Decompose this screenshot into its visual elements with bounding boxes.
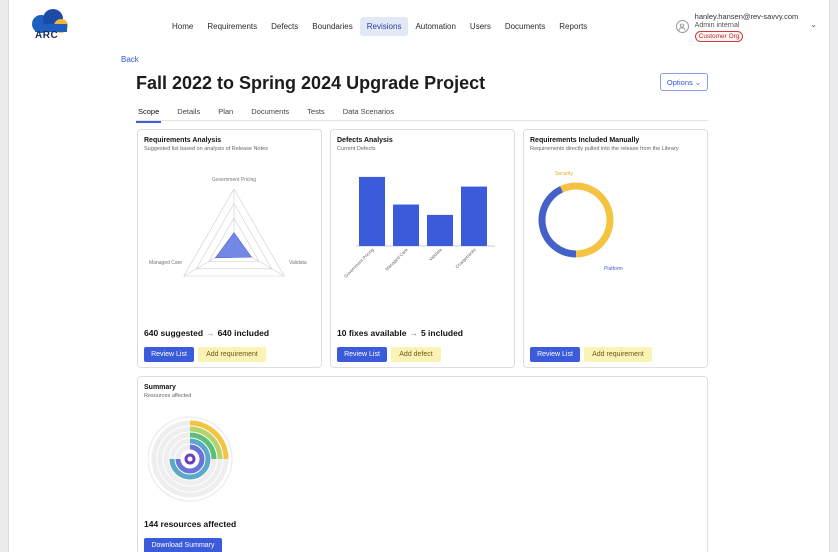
card-subtitle: Requirements directly pulled into the re… [530,146,679,152]
nav-automation[interactable]: Automation [408,17,462,36]
back-link[interactable]: Back [121,55,139,64]
arrow-right-icon: → [206,328,215,338]
radar-series [214,232,253,259]
card-title: Requirements Included Manually [530,137,640,144]
bar [359,176,385,246]
stat-fixes-available: 10 fixes available [337,328,407,338]
radar-chart: Government Pricing Managed Care Validata [149,177,307,277]
org-badge: Customer Org [694,31,744,42]
user-info: hanley.hansen@rev-savvy.com Admin intern… [694,12,799,42]
add-requirement-button[interactable]: Add requirement [584,347,652,362]
stat-included: 5 included [420,328,464,338]
add-defect-button[interactable]: Add defect [391,347,441,362]
user-menu[interactable]: hanley.hansen@rev-savvy.com Admin intern… [675,12,817,42]
card-stat: 10 fixes available → 5 included [337,328,463,338]
radial-bar-chart [148,416,233,502]
nav-reports[interactable]: Reports [552,17,594,36]
requirements-analysis-card: Requirements Analysis Suggested list bas… [137,129,322,368]
review-list-button[interactable]: Review List [144,347,194,362]
arrow-right-icon: → [409,328,418,338]
options-label: Options [666,77,693,87]
radar-axis-label-top: Government Pricing [212,177,256,183]
stat-suggested: 640 suggested [144,328,204,338]
card-subtitle: Resources affected [144,393,192,399]
bar-category-label: Validata [428,247,443,262]
user-role: Admin internal [694,22,740,29]
user-email: hanley.hansen@rev-savvy.com [694,12,799,21]
main-nav: Home Requirements Defects Boundaries Rev… [165,17,594,36]
radar-axis-label-right: Validata [289,260,307,266]
chevron-down-icon: ⌄ [694,77,702,87]
review-list-button[interactable]: Review List [530,347,580,362]
summary-card: Summary Resources affected 144 resources… [137,376,708,552]
nav-boundaries[interactable]: Boundaries [305,17,359,36]
add-requirement-button[interactable]: Add requirement [198,347,266,362]
requirements-included-manually-card: Requirements Included Manually Requireme… [523,129,708,368]
nav-users[interactable]: Users [463,17,498,36]
nav-defects[interactable]: Defects [264,17,305,36]
nav-revisions[interactable]: Revisions [359,17,409,36]
bar-category-label: Chargebacks [454,247,477,270]
card-title: Summary [144,384,176,391]
chevron-down-icon[interactable]: ⌄ [810,20,817,29]
defects-analysis-card: Defects Analysis Current Defects Governm… [330,129,515,368]
donut-label-platform: Platform [604,266,623,272]
logo-text: ARC [35,30,59,41]
review-list-button[interactable]: Review List [337,347,387,362]
summary-stat: 144 resources affected [144,519,237,529]
nav-home[interactable]: Home [165,17,200,36]
download-summary-button[interactable]: Download Summary [144,538,222,552]
tabs-divider [136,120,708,121]
bar [461,186,487,246]
app-frame: ARC Home Requirements Defects Boundaries… [8,0,830,552]
nav-documents[interactable]: Documents [498,17,552,36]
nav-requirements[interactable]: Requirements [200,17,264,36]
bar [427,214,453,246]
donut-slice [538,186,577,258]
stat-included: 640 included [217,328,270,338]
radar-axis-label-left: Managed Care [149,260,182,266]
options-button[interactable]: Options ⌄ [660,73,708,91]
card-title: Defects Analysis [337,137,393,144]
donut-label-security: Security [555,171,574,177]
bar-category-label: Government Pricing [343,247,375,279]
bar-chart: Government Pricing Managed Care Validata Ch… [343,176,495,279]
card-title: Requirements Analysis [144,137,222,144]
user-icon [675,20,689,33]
bar-category-label: Managed Care [384,247,409,272]
card-subtitle: Suggested list based on analysis of Rele… [144,146,268,152]
donut-chart: Security Platform [538,171,623,272]
card-stat: 640 suggested → 640 included [144,328,269,338]
bar [393,204,419,246]
page-title: Fall 2022 to Spring 2024 Upgrade Project [136,73,486,93]
donut-slice [560,182,614,258]
card-subtitle: Current Defects [337,146,376,152]
